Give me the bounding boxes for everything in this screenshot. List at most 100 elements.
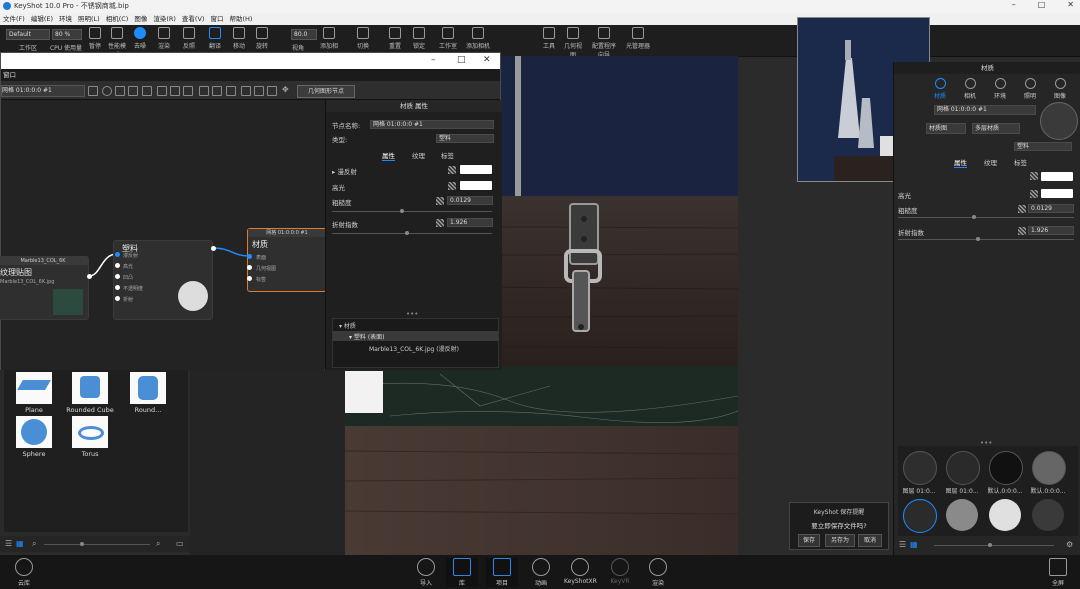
animation-button[interactable]: 动画 [525, 558, 557, 587]
denoise-button[interactable]: 去噪 [131, 27, 149, 50]
tab-material[interactable]: 材质 [928, 78, 952, 100]
right-tab-properties[interactable]: 属性 [954, 157, 967, 168]
port-specular[interactable] [115, 263, 120, 268]
tab-environment[interactable]: 环境 [988, 78, 1012, 100]
save-icon[interactable] [88, 86, 98, 96]
geometry-node-button[interactable]: 几何图形节点 [297, 85, 355, 98]
texture-node[interactable]: Marble13_COL_6K 纹理贴图 Marble13_COL_6K.jpg [0, 256, 89, 320]
port-refraction[interactable] [115, 296, 120, 301]
tree-item-plastic[interactable]: ▾ 塑料 (表面) [349, 332, 385, 341]
frame3-icon[interactable] [267, 86, 277, 96]
cpu-dropdown[interactable]: 80 % [52, 29, 82, 40]
folder-icon[interactable]: ▭ [176, 539, 184, 548]
reset-button[interactable]: 重置 [384, 27, 406, 50]
material-ball-7[interactable] [989, 499, 1021, 531]
zoom-field[interactable]: 80.0 [291, 29, 317, 40]
frame-icon[interactable] [241, 86, 251, 96]
diffuse-texture-icon[interactable] [1030, 172, 1038, 180]
project-button[interactable]: 项目 [486, 558, 518, 587]
move-button[interactable]: 移动 [230, 27, 248, 50]
add-camera2-button[interactable]: 添加相机 [466, 27, 490, 50]
cancel-button[interactable]: 取消 [858, 534, 882, 547]
studio-button[interactable]: 工作室 [436, 27, 460, 50]
port-diffuse[interactable] [115, 252, 120, 257]
ior-texture-icon[interactable] [436, 219, 444, 227]
circle-icon[interactable] [102, 86, 112, 96]
roughness-slider-knob[interactable] [972, 215, 976, 219]
ior-slider-knob[interactable] [976, 237, 980, 241]
roughness-slider-knob[interactable] [400, 209, 404, 213]
diffuse-color-swatch[interactable] [460, 165, 492, 174]
save-button[interactable]: 保存 [798, 534, 820, 547]
library-item-sphere[interactable]: Sphere [16, 416, 52, 458]
library-item-torus[interactable]: Torus [72, 416, 108, 458]
material-ball-3[interactable] [989, 451, 1023, 485]
menu-edit[interactable]: 编辑(E) [31, 13, 53, 25]
specular-color-swatch[interactable] [460, 181, 492, 190]
node-name-field[interactable]: 网格 01:0:0:0 #1 [370, 120, 494, 129]
material-ball-8[interactable] [1032, 499, 1064, 531]
library-item-rounded-cylinder[interactable]: Round... [130, 372, 166, 414]
frame2-icon[interactable] [254, 86, 264, 96]
move-icon[interactable]: ✥ [282, 86, 290, 94]
lock-button[interactable]: 锁定 [408, 27, 430, 50]
material-ball-4[interactable] [1032, 451, 1066, 485]
tree-item-material[interactable]: ▾ 材质 [339, 321, 356, 330]
tab-lighting[interactable]: 照明 [1018, 78, 1042, 100]
rotate-button[interactable]: 旋转 [253, 27, 271, 50]
diffuse-color-swatch[interactable] [1041, 172, 1073, 181]
node-canvas[interactable]: Marble13_COL_6K 纹理贴图 Marble13_COL_6K.jpg… [0, 100, 327, 370]
port-bump[interactable] [115, 274, 120, 279]
menu-render[interactable]: 渲染(R) [153, 13, 176, 25]
texture2-icon[interactable] [212, 86, 222, 96]
menu-help[interactable]: 帮助(H) [229, 13, 252, 25]
zoom-out-icon[interactable]: ⌕ [32, 539, 36, 549]
workspace-dropdown[interactable]: Default [6, 29, 50, 40]
port-surface[interactable] [247, 254, 252, 259]
plastic-output-port[interactable] [211, 246, 216, 251]
texture-output-port[interactable] [87, 274, 92, 279]
fullscreen-button[interactable]: 全屏 [1042, 558, 1074, 587]
specular-texture-icon[interactable] [448, 182, 456, 190]
minimize-icon[interactable]: – [1012, 0, 1016, 9]
menu-view[interactable]: 查看(V) [182, 13, 205, 25]
menu-window[interactable]: 窗口 [210, 13, 223, 25]
ior-field[interactable]: 1.926 [447, 218, 493, 227]
pause-button[interactable]: 暂停 [86, 27, 104, 50]
thumbnail-size-knob[interactable] [80, 542, 84, 546]
geometry-view-button[interactable]: 几何视图 [563, 27, 583, 59]
multi-material-button[interactable]: 多层材质 [972, 123, 1020, 134]
tab-properties[interactable]: 属性 [382, 150, 395, 161]
ior-texture-icon[interactable] [1018, 227, 1026, 235]
library-item-plane[interactable]: Plane [16, 372, 52, 414]
texture-icon[interactable] [199, 86, 209, 96]
right-tab-texture[interactable]: 纹理 [984, 157, 997, 167]
tab-image[interactable]: 图像 [1048, 78, 1072, 100]
switch-camera-button[interactable]: 切换 [352, 27, 374, 50]
port-geometry[interactable] [247, 265, 252, 270]
cloud-library-button[interactable]: 云库 [8, 558, 40, 587]
menu-image[interactable]: 图像 [134, 13, 147, 25]
list-view-icon[interactable]: ☰ [899, 540, 906, 549]
roughness-texture-icon[interactable] [436, 197, 444, 205]
roughness-slider[interactable] [898, 217, 1074, 218]
roughness-slider[interactable] [332, 211, 492, 212]
save-as-button[interactable]: 另存为 [825, 534, 855, 547]
port-label[interactable] [247, 276, 252, 281]
ior-slider[interactable] [898, 239, 1074, 240]
grid-view-icon[interactable]: ▦ [16, 539, 24, 548]
keyshotxr-button[interactable]: KeyShotXR [564, 558, 597, 585]
translate-button[interactable]: 翻译 [206, 27, 224, 50]
menu-file[interactable]: 文件(F) [3, 13, 25, 25]
port-opacity[interactable] [115, 285, 120, 290]
menu-lighting[interactable]: 照明(L) [78, 13, 100, 25]
minimize-icon[interactable]: – [431, 55, 436, 65]
tools-button[interactable]: 工具 [540, 27, 558, 50]
material-ball-5[interactable] [903, 499, 937, 533]
tab-camera[interactable]: 相机 [958, 78, 982, 100]
swatch-size-knob[interactable] [988, 543, 992, 547]
render-region-button[interactable]: 渲染 [155, 27, 173, 50]
material-graph-button[interactable]: 材质图 [926, 123, 966, 134]
keyvr-button[interactable]: KeyVR [604, 558, 636, 585]
grid-view-icon[interactable]: ▦ [910, 540, 918, 549]
